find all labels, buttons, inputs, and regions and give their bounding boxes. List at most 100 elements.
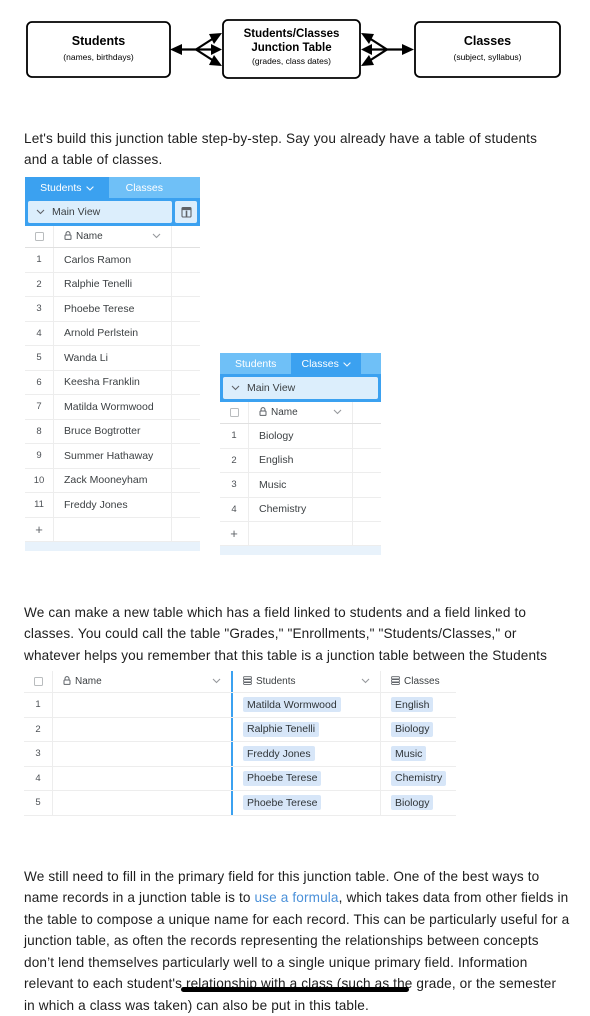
tab-students[interactable]: Students <box>25 177 109 198</box>
tab-students[interactable]: Students <box>220 353 292 374</box>
table-row[interactable]: 10 Zack Mooneyham <box>25 468 200 493</box>
select-all-checkbox[interactable] <box>220 402 249 423</box>
cell-name[interactable]: Chemistry <box>249 498 352 522</box>
students-footer-strip <box>25 541 200 551</box>
cell-name[interactable]: Zack Mooneyham <box>54 469 171 493</box>
column-divider <box>171 370 172 394</box>
cell-name[interactable] <box>53 791 231 815</box>
cell-classes[interactable]: English <box>381 693 456 717</box>
table-row[interactable]: 2 Ralphie Tenelli Biology <box>24 717 456 742</box>
column-header-students[interactable]: Students <box>233 671 380 692</box>
linked-record-chip[interactable]: Matilda Wormwood <box>243 697 341 713</box>
cell-name[interactable]: Bruce Bogtrotter <box>54 420 171 444</box>
table-row[interactable]: 4 Phoebe Terese Chemistry <box>24 766 456 791</box>
students-view-bar: Main View <box>25 198 200 226</box>
chevron-down-icon[interactable] <box>361 676 370 687</box>
cell-name[interactable]: Biology <box>249 424 352 448</box>
table-row[interactable]: 1 Matilda Wormwood English <box>24 693 456 718</box>
cell-name[interactable] <box>53 693 231 717</box>
use-a-formula-link[interactable]: use a formula <box>254 890 338 905</box>
table-row[interactable]: 8 Bruce Bogtrotter <box>25 419 200 444</box>
cell-classes[interactable]: Chemistry <box>381 767 456 791</box>
cell-name[interactable]: English <box>249 449 352 473</box>
cell-name-value: Keesha Franklin <box>64 376 140 389</box>
linked-record-chip[interactable]: Freddy Jones <box>243 746 315 762</box>
linked-record-chip[interactable]: English <box>391 697 434 713</box>
table-row[interactable]: 2 Ralphie Tenelli <box>25 272 200 297</box>
table-row[interactable]: 5 Phoebe Terese Biology <box>24 791 456 816</box>
cell-name-value: Matilda Wormwood <box>64 400 154 413</box>
column-header-name[interactable]: Name <box>53 671 231 692</box>
cell-name[interactable]: Keesha Franklin <box>54 371 171 395</box>
column-header-name[interactable]: Name <box>249 402 352 423</box>
cell-name[interactable] <box>53 742 231 766</box>
cell-students[interactable]: Phoebe Terese <box>233 791 380 815</box>
table-row[interactable]: 4 Chemistry <box>220 497 381 522</box>
row-number: 4 <box>24 766 53 790</box>
calendar-icon[interactable] <box>175 201 197 223</box>
cell-classes[interactable]: Music <box>381 742 456 766</box>
linked-record-chip[interactable]: Biology <box>391 721 434 737</box>
cell-name-value: English <box>259 454 294 467</box>
cell-students[interactable]: Matilda Wormwood <box>233 693 380 717</box>
table-row[interactable]: 1 Carlos Ramon <box>25 248 200 273</box>
column-divider <box>352 497 353 521</box>
table-row[interactable]: 6 Keesha Franklin <box>25 370 200 395</box>
cell-name[interactable]: Wanda Li <box>54 346 171 370</box>
linked-record-chip[interactable]: Music <box>391 746 427 762</box>
column-header-classes[interactable]: Classes <box>381 671 456 692</box>
add-row-icon[interactable]: + <box>220 522 249 545</box>
tab-overflow[interactable] <box>361 353 381 374</box>
table-row[interactable]: 9 Summer Hathaway <box>25 444 200 469</box>
chevron-down-icon[interactable] <box>212 676 221 687</box>
tab-classes[interactable]: Classes <box>108 177 180 198</box>
home-indicator <box>181 987 409 992</box>
linked-record-chip[interactable]: Chemistry <box>391 770 447 786</box>
column-header-name[interactable]: Name <box>54 226 171 247</box>
view-selector[interactable]: Main View <box>223 377 378 399</box>
view-selector[interactable]: Main View <box>28 201 172 223</box>
table-row[interactable]: 3 Freddy Jones Music <box>24 742 456 767</box>
select-all-checkbox[interactable] <box>24 671 53 692</box>
cell-classes[interactable]: Biology <box>381 718 456 742</box>
table-row[interactable]: 5 Wanda Li <box>25 346 200 371</box>
cell-students[interactable]: Ralphie Tenelli <box>233 718 380 742</box>
cell-name[interactable]: Phoebe Terese <box>54 297 171 321</box>
chevron-down-icon[interactable] <box>152 231 161 242</box>
tab-classes[interactable]: Classes <box>291 353 361 374</box>
add-row-icon[interactable]: + <box>25 517 54 541</box>
cell-name[interactable]: Matilda Wormwood <box>54 395 171 419</box>
classes-add-row[interactable]: + <box>220 522 381 546</box>
linked-record-chip[interactable]: Biology <box>391 795 434 811</box>
cell-name[interactable]: Summer Hathaway <box>54 444 171 468</box>
cell-students[interactable]: Freddy Jones <box>233 742 380 766</box>
cell-name[interactable]: Carlos Ramon <box>54 248 171 272</box>
table-row[interactable]: 3 Music <box>220 473 381 498</box>
table-row[interactable]: 3 Phoebe Terese <box>25 297 200 322</box>
linked-record-chip[interactable]: Phoebe Terese <box>243 795 322 811</box>
students-add-row[interactable]: + <box>25 517 200 542</box>
table-row[interactable]: 7 Matilda Wormwood <box>25 395 200 420</box>
tab-overflow[interactable] <box>180 177 200 198</box>
table-row[interactable]: 1 Biology <box>220 424 381 449</box>
chevron-down-icon <box>343 358 351 370</box>
cell-name[interactable]: Arnold Perlstein <box>54 322 171 346</box>
linked-record-chip[interactable]: Phoebe Terese <box>243 770 322 786</box>
chevron-down-icon[interactable] <box>333 407 342 418</box>
column-divider <box>352 448 353 472</box>
cell-name[interactable] <box>53 767 231 791</box>
table-row[interactable]: 4 Arnold Perlstein <box>25 321 200 346</box>
cell-classes[interactable]: Biology <box>381 791 456 815</box>
er-diagram-svg: Students (names, birthdays) Students/Cla… <box>26 19 561 79</box>
cell-name[interactable]: Music <box>249 473 352 497</box>
cell-name[interactable]: Freddy Jones <box>54 493 171 517</box>
cell-name[interactable]: Ralphie Tenelli <box>54 273 171 297</box>
table-row[interactable]: 11 Freddy Jones <box>25 493 200 518</box>
row-number: 4 <box>220 497 249 521</box>
row-number: 2 <box>24 717 53 741</box>
cell-name[interactable] <box>53 718 231 742</box>
table-row[interactable]: 2 English <box>220 448 381 473</box>
select-all-checkbox[interactable] <box>25 226 54 247</box>
linked-record-chip[interactable]: Ralphie Tenelli <box>243 721 320 737</box>
cell-students[interactable]: Phoebe Terese <box>233 767 380 791</box>
